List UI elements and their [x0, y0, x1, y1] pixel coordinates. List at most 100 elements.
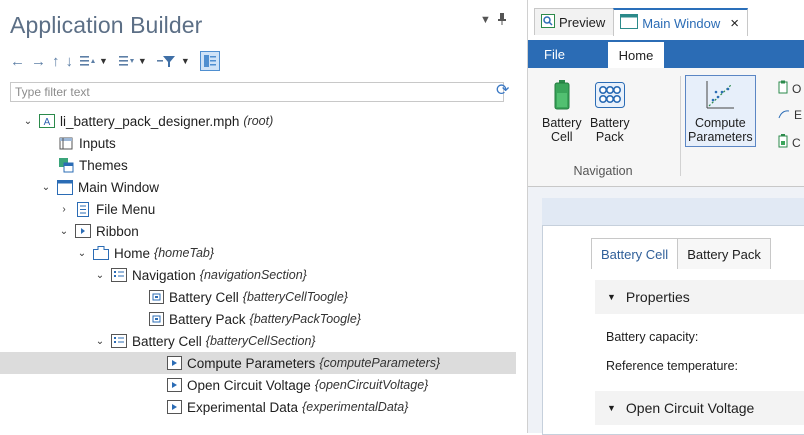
collapse-caret-icon: ▼ [607, 403, 616, 413]
move-up-icon[interactable]: ↑ [52, 51, 60, 71]
toggle-button-icon [148, 289, 164, 305]
tree-tag: {navigationSection} [199, 268, 307, 282]
reference-temperature-label: Reference temperature: [606, 359, 739, 373]
tree-label: Battery Pack [169, 311, 246, 327]
command-icon [166, 399, 182, 415]
tree-row-root[interactable]: ⌄ A li_battery_pack_designer.mph (root) [0, 110, 538, 132]
tree-label: Compute Parameters [187, 355, 316, 371]
pin-icon[interactable] [497, 12, 507, 29]
tab-label: Main Window [642, 15, 721, 31]
expand-chevron-icon[interactable]: › [58, 204, 70, 215]
expand-tree-icon[interactable] [79, 51, 95, 71]
tree-label: Navigation [132, 267, 196, 283]
tree-view-icon[interactable] [199, 51, 220, 71]
button-label-line1: Compute [694, 116, 746, 130]
refresh-icon[interactable]: ⟳ [496, 80, 509, 100]
collapse-chevron-icon[interactable]: ⌄ [94, 336, 106, 347]
tree-tag: {homeTab} [154, 246, 215, 260]
tree-tag: {batteryPackToogle} [249, 312, 361, 326]
tree-row-home[interactable]: ⌄ Home {homeTab} [0, 242, 592, 264]
battery-pack-icon [594, 78, 626, 112]
tab-main-window[interactable]: Main Window × [613, 8, 749, 36]
ribbon-section-label: Navigation [573, 164, 633, 178]
tree-row-main-window[interactable]: ⌄ Main Window [0, 176, 556, 198]
button-label-line2: Parameters [688, 130, 753, 144]
menu-icon [75, 201, 91, 217]
themes-icon [58, 157, 74, 173]
battery-cell-button[interactable]: Battery Cell [542, 78, 582, 144]
builder-toolbar: ← → ↑ ↓ ▼ ▼ ▼ [10, 50, 220, 72]
arrow-left-icon[interactable]: ← [10, 51, 25, 71]
compute-parameters-button[interactable]: Compute Parameters [685, 75, 756, 147]
clipboard-icon [778, 80, 788, 97]
collapse-chevron-icon[interactable]: ⌄ [22, 116, 34, 127]
form-tab-battery-pack[interactable]: Battery Pack [677, 238, 771, 269]
command-icon [166, 377, 182, 393]
filter-input[interactable] [11, 83, 503, 101]
ribbon-small-item-1[interactable]: O [778, 80, 801, 97]
arrow-right-icon[interactable]: → [31, 51, 46, 71]
tree-tag: {experimentalData} [302, 400, 409, 414]
tree-row-themes[interactable]: Themes [0, 154, 574, 176]
collapse-tree-icon[interactable] [118, 51, 134, 71]
tab-icon [93, 245, 109, 261]
tree-row-ribbon[interactable]: ⌄ Ribbon [0, 220, 574, 242]
collapse-chevron-icon[interactable]: ⌄ [94, 270, 106, 281]
ribbon-tab-file[interactable]: File [544, 40, 565, 68]
tree-row-navigation[interactable]: ⌄ Navigation {navigationSection} [0, 264, 610, 286]
tab-preview[interactable]: Preview [534, 8, 615, 35]
button-label-line1: Battery [542, 116, 582, 130]
tree-label: li_battery_pack_designer.mph [60, 113, 240, 129]
tree-label: Ribbon [96, 223, 139, 239]
collapse-tree-dropdown-icon[interactable]: ▼ [138, 51, 147, 71]
expand-tree-dropdown-icon[interactable]: ▼ [99, 51, 108, 71]
close-icon[interactable]: × [730, 15, 739, 32]
inputs-icon [58, 135, 74, 151]
svg-text:A: A [44, 117, 51, 128]
ribbon-small-label: E [794, 108, 803, 122]
filter-dropdown-icon[interactable]: ▼ [181, 51, 190, 71]
tree-tag: {openCircuitVoltage} [314, 378, 429, 392]
tree-row-compute-parameters[interactable]: Compute Parameters {computeParameters} [0, 352, 516, 374]
editor-panel: Preview Main Window × File Home Battery … [527, 0, 804, 435]
ribbon-icon [75, 223, 91, 239]
ribbon-small-item-2[interactable]: E [778, 108, 802, 122]
move-down-icon[interactable]: ↓ [66, 51, 74, 71]
section-properties[interactable]: ▼ Properties [595, 280, 804, 314]
editor-tabs: Preview Main Window × [528, 8, 749, 36]
section-open-circuit-voltage[interactable]: ▼ Open Circuit Voltage [595, 391, 804, 425]
application-icon: A [39, 113, 55, 129]
filter-icon[interactable] [156, 51, 177, 71]
tree-row-battery-cell-section[interactable]: ⌄ Battery Cell {batteryCellSection} [0, 330, 610, 352]
tree-label: Main Window [78, 179, 160, 195]
tree-label: Themes [79, 157, 128, 173]
curve-icon [778, 108, 790, 122]
ribbon-tab-home[interactable]: Home [608, 42, 664, 68]
collapse-chevron-icon[interactable]: ⌄ [40, 182, 52, 193]
ribbon-small-item-3[interactable]: C [778, 134, 801, 151]
tree-row-file-menu[interactable]: › File Menu [0, 198, 574, 220]
tree-row-inputs[interactable]: Inputs [0, 132, 574, 154]
small-battery-icon [778, 134, 788, 151]
ribbon-home: Battery Cell Battery Pack Navigation Com… [528, 68, 804, 187]
collapse-chevron-icon[interactable]: ⌄ [58, 226, 70, 237]
panel-title: Application Builder [10, 12, 203, 38]
battery-pack-button[interactable]: Battery Pack [590, 78, 630, 144]
section-icon [111, 267, 127, 283]
battery-cell-icon [546, 78, 578, 112]
battery-capacity-label: Battery capacity: [606, 330, 699, 344]
panel-menu-dropdown-icon[interactable]: ▼ [480, 14, 491, 26]
window-icon [620, 14, 639, 32]
collapse-chevron-icon[interactable]: ⌄ [76, 248, 88, 259]
ribbon-small-label: C [792, 135, 801, 150]
tree-label: Battery Cell [169, 289, 239, 305]
tree-label: Inputs [79, 135, 116, 151]
section-icon [111, 333, 127, 349]
tree-tag: (root) [243, 114, 274, 128]
ribbon-separator [680, 76, 681, 176]
button-label-line1: Battery [590, 116, 630, 130]
filter-box [10, 82, 504, 102]
tree-label: Home [114, 245, 151, 261]
form-tab-battery-cell[interactable]: Battery Cell [591, 238, 679, 269]
tree-tag: {batteryCellToogle} [242, 290, 348, 304]
